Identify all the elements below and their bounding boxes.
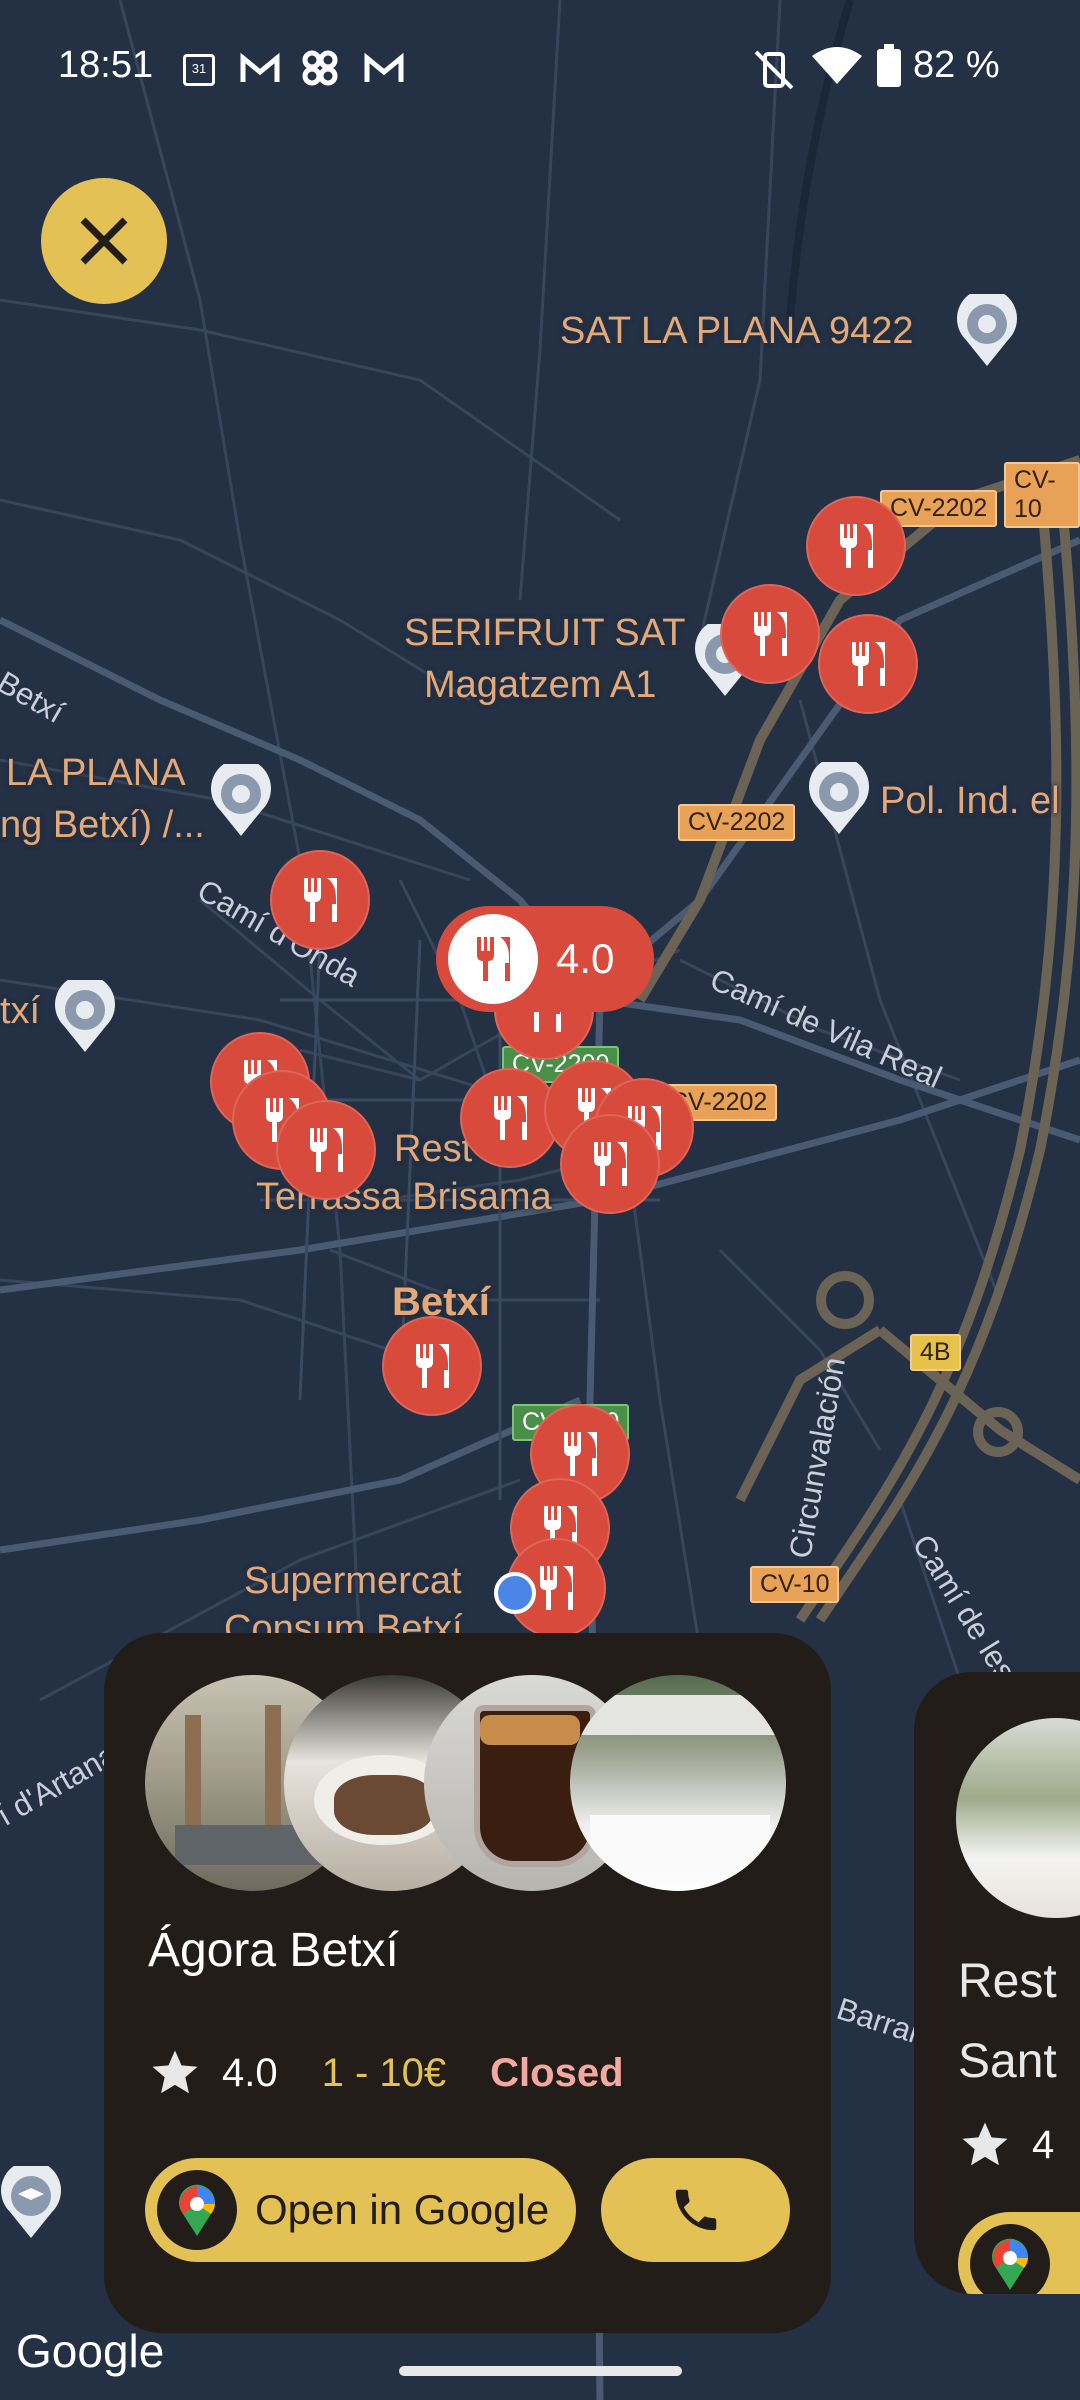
place-label[interactable]: Magatzem A1 [424, 664, 656, 707]
battery-percent: 82 % [913, 44, 1000, 86]
place-label[interactable]: ng Betxí) /... [0, 804, 205, 847]
fork-knife-icon [416, 1344, 449, 1388]
phone-icon [675, 2189, 716, 2231]
restaurant-pin[interactable] [382, 1316, 482, 1416]
place-label[interactable]: Rest [394, 1128, 472, 1171]
next-place-name: Rest Sant [958, 1942, 1057, 2102]
pinwheel-icon [302, 50, 338, 86]
place-photo[interactable] [570, 1675, 786, 1891]
next-place-card[interactable]: Rest Sant 4 [914, 1672, 1080, 2294]
location-pin-icon[interactable] [210, 764, 272, 836]
open-in-google-button[interactable]: Open in Google [145, 2158, 576, 2262]
fork-knife-icon [494, 1096, 527, 1140]
restaurant-pin[interactable] [818, 614, 918, 714]
school-pin-icon[interactable] [0, 2166, 62, 2238]
place-label[interactable]: LA PLANA [6, 752, 186, 795]
fork-knife-icon [477, 937, 510, 981]
status-bar: 18:51 31 82 % [0, 0, 1080, 135]
selected-pin-icon-circle [448, 914, 538, 1004]
next-place-name-line2: Sant [958, 2035, 1057, 2088]
open-in-google-label: Open in Google [255, 2186, 550, 2233]
road-shield: 4B [910, 1334, 961, 1371]
place-label[interactable]: Pol. Ind. el [880, 780, 1060, 823]
place-label[interactable]: SERIFRUIT SAT [404, 612, 686, 655]
place-card[interactable]: Ágora Betxí 4.0 1 - 10€ Closed Open in G… [104, 1633, 831, 2333]
open-status: Closed [490, 2050, 624, 2095]
place-label[interactable]: SAT LA PLANA 9422 [560, 310, 914, 353]
vibrate-off-icon [754, 50, 794, 90]
fork-knife-icon [564, 1432, 597, 1476]
price-range: 1 - 10€ [321, 2050, 447, 2095]
wifi-icon [812, 47, 862, 84]
fork-knife-icon [304, 878, 337, 922]
restaurant-pin[interactable] [276, 1100, 376, 1200]
fork-knife-icon [754, 612, 787, 656]
fork-knife-icon [840, 524, 873, 568]
rating-value: 4.0 [222, 2050, 278, 2095]
next-place-info-row: 4 [958, 2118, 1054, 2172]
location-pin-icon[interactable] [54, 980, 116, 1052]
fork-knife-icon [540, 1566, 573, 1610]
place-label[interactable]: Supermercat [244, 1560, 462, 1603]
restaurant-pin[interactable] [270, 850, 370, 950]
call-button[interactable] [601, 2158, 790, 2262]
calendar-icon: 31 [183, 54, 215, 86]
battery-icon [877, 44, 901, 87]
close-button[interactable] [41, 178, 167, 304]
restaurant-pin[interactable] [720, 584, 820, 684]
google-maps-icon [970, 2224, 1050, 2294]
google-maps-icon [157, 2170, 237, 2250]
location-pin-icon[interactable] [808, 762, 870, 834]
gmail-icon [364, 52, 404, 82]
place-info-row: 4.0 1 - 10€ Closed [148, 2043, 624, 2103]
status-time: 18:51 [58, 44, 154, 86]
place-photo[interactable] [956, 1718, 1080, 1918]
gmail-icon [240, 52, 280, 82]
road-shield: CV-10 [750, 1566, 840, 1603]
current-location-dot [494, 1572, 536, 1614]
fork-knife-icon [852, 642, 885, 686]
star-icon [152, 2050, 198, 2094]
fork-knife-icon [310, 1128, 343, 1172]
google-logo: Google [16, 2325, 165, 2377]
close-icon [80, 217, 128, 265]
star-icon [962, 2122, 1008, 2166]
restaurant-pin[interactable] [806, 496, 906, 596]
open-in-google-button[interactable] [958, 2212, 1080, 2294]
road-shield: CV-2202 [678, 804, 796, 841]
place-label[interactable]: txí [0, 990, 40, 1033]
fork-knife-icon [594, 1142, 627, 1186]
next-rating-value: 4 [1032, 2122, 1055, 2167]
next-place-name-line1: Rest [958, 1955, 1057, 2008]
restaurant-pin[interactable] [560, 1114, 660, 1214]
location-pin-icon[interactable] [956, 294, 1018, 366]
road-shield: CV-10 [1004, 462, 1080, 528]
home-indicator[interactable] [399, 2366, 682, 2376]
selected-restaurant-pin[interactable]: 4.0 [436, 906, 654, 1012]
selected-pin-rating: 4.0 [556, 935, 615, 982]
place-name: Ágora Betxí [148, 1924, 399, 1977]
